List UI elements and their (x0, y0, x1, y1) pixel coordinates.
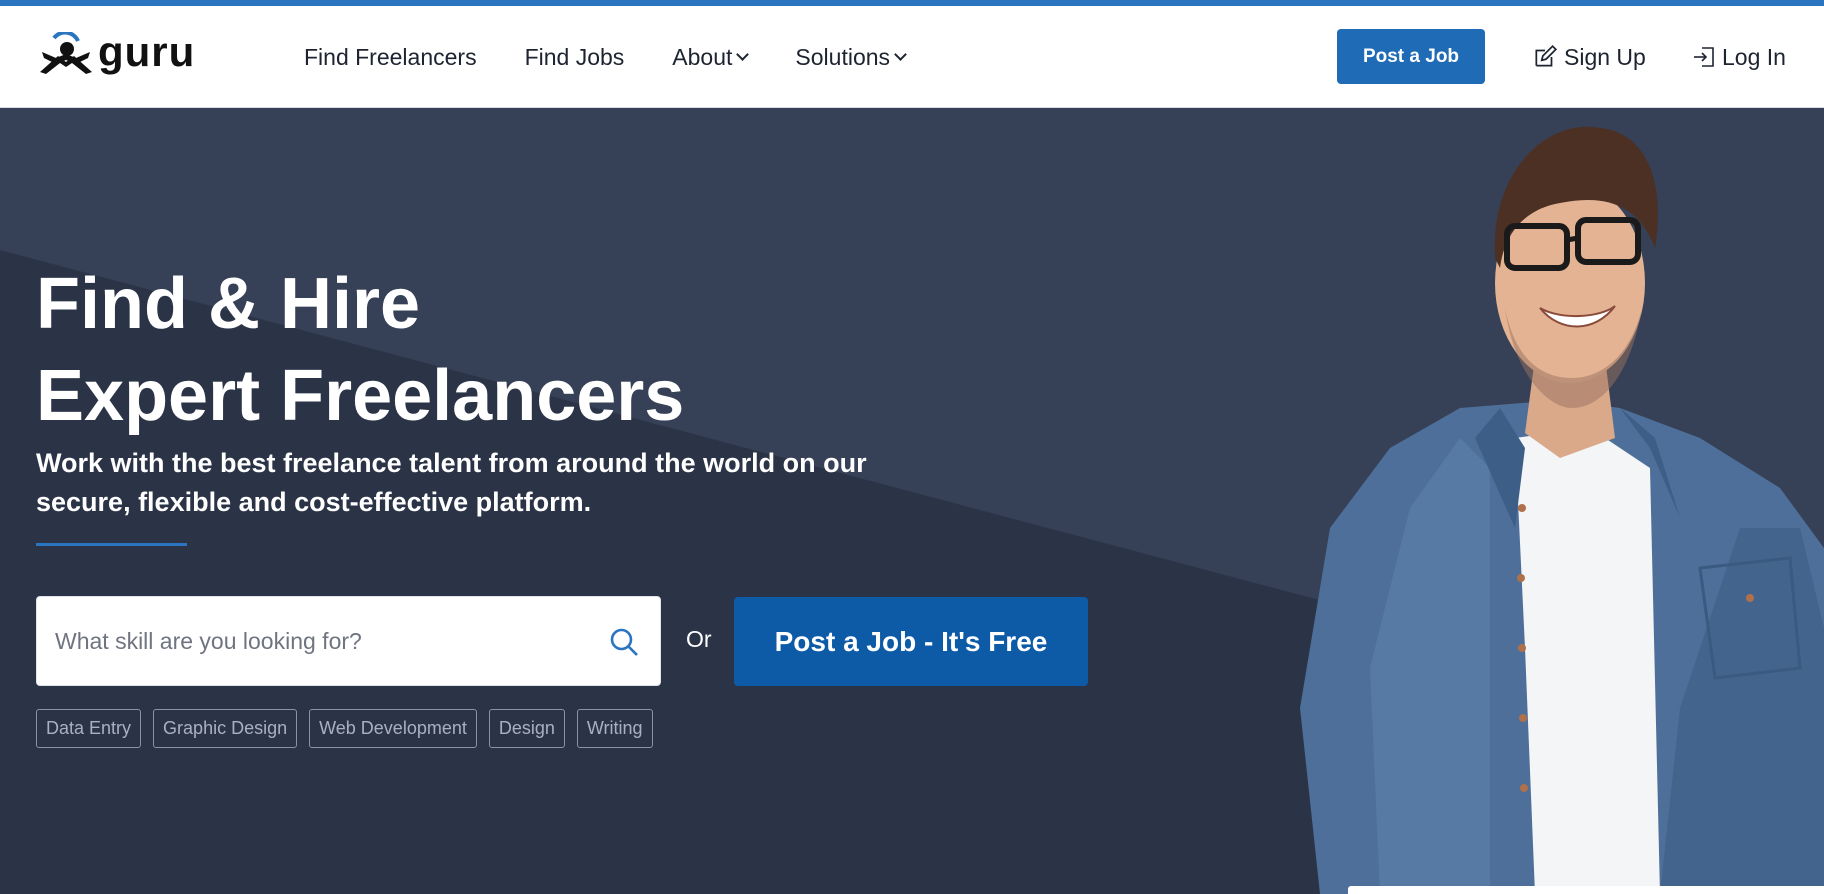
hero-headline-line2: Expert Freelancers (36, 356, 685, 436)
login-icon (1694, 47, 1714, 67)
skill-tag[interactable]: Graphic Design (153, 709, 298, 748)
popular-skill-tags: Data Entry Graphic Design Web Developmen… (36, 709, 653, 748)
sign-up-link[interactable]: Sign Up (1532, 6, 1646, 108)
edit-icon (1535, 44, 1558, 67)
hero-person-image (1300, 126, 1824, 894)
skill-tag[interactable]: Data Entry (36, 709, 142, 748)
search-icon[interactable] (609, 627, 639, 657)
post-job-free-button[interactable]: Post a Job - It's Free (734, 597, 1088, 686)
accent-divider (36, 543, 187, 546)
hero-section: Find & Hire Expert Freelancers Work with… (0, 108, 1824, 894)
skill-search-box (36, 596, 661, 686)
bottom-card-edge (1348, 886, 1824, 894)
chevron-down-icon (736, 48, 750, 61)
skill-search-input[interactable] (55, 597, 595, 685)
hero-headline: Find & Hire Expert Freelancers (36, 258, 684, 442)
hero-headline-line1: Find & Hire (36, 264, 421, 344)
skill-tag[interactable]: Design (488, 709, 565, 748)
hero-subheading: Work with the best freelance talent from… (36, 448, 867, 517)
guru-logo[interactable]: guru (36, 32, 236, 82)
top-navbar: guru Find Freelancers Find Jobs About So… (0, 6, 1824, 108)
skill-tag[interactable]: Writing (576, 709, 653, 748)
nav-about[interactable]: About (672, 44, 750, 71)
or-separator: Or (686, 626, 712, 652)
chevron-down-icon (894, 48, 907, 61)
svg-text:guru: guru (98, 32, 195, 75)
nav-find-jobs[interactable]: Find Jobs (525, 44, 625, 71)
main-nav: Find Freelancers Find Jobs About Solutio… (304, 6, 953, 108)
nav-solutions[interactable]: Solutions (795, 44, 907, 71)
skill-tag[interactable]: Web Development (309, 709, 477, 748)
nav-find-freelancers[interactable]: Find Freelancers (304, 44, 477, 71)
post-a-job-button[interactable]: Post a Job (1337, 29, 1485, 84)
log-in-link[interactable]: Log In (1692, 6, 1786, 108)
